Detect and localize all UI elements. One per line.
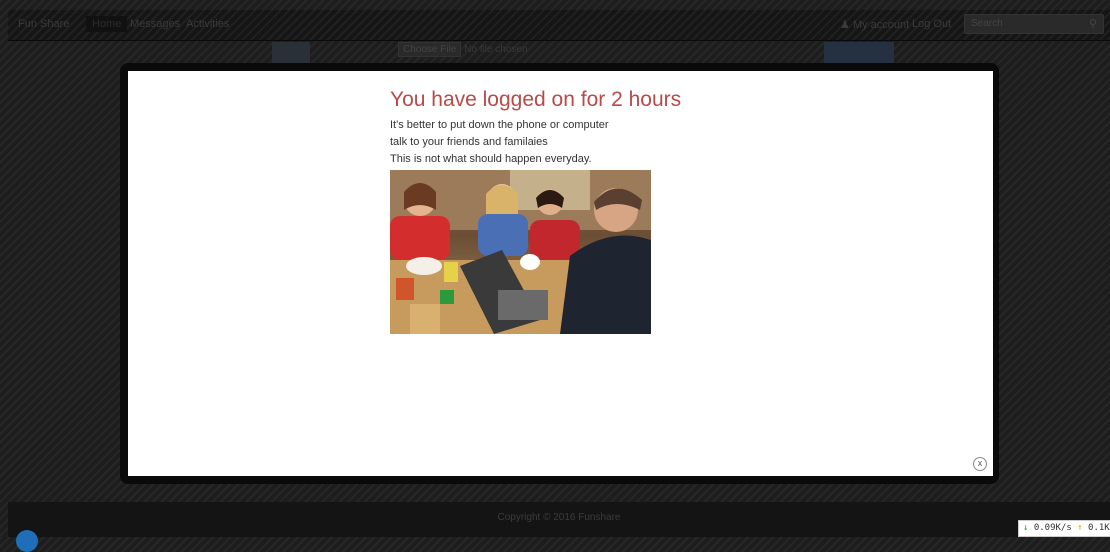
- modal-message-line-3: This is not what should happen everyday.: [390, 153, 592, 165]
- search-placeholder: Search: [971, 18, 1003, 29]
- choose-file-button[interactable]: Choose File: [398, 42, 462, 57]
- close-icon[interactable]: x: [973, 457, 987, 471]
- download-speed: 0.09K/s: [1033, 523, 1072, 533]
- my-account-label: My account: [852, 19, 910, 31]
- brand-logo[interactable]: Fun Share: [18, 18, 69, 30]
- modal-message-line-1: It's better to put down the phone or com…: [390, 119, 609, 131]
- no-file-text: No file chosen: [464, 44, 528, 55]
- family-photo: [390, 170, 651, 334]
- user-icon: ♟: [840, 19, 850, 31]
- modal-message-line-2: talk to your friends and familaies: [390, 136, 548, 148]
- network-speed-widget: ↓ 0.09K/s ↑ 0.1K/: [1018, 520, 1110, 537]
- footer-copyright: Copyright © 2016 Funshare: [497, 512, 621, 523]
- my-account-link[interactable]: ♟ My account: [840, 18, 909, 31]
- nav-home[interactable]: Home: [86, 16, 128, 32]
- background-avatar: [272, 42, 310, 64]
- nav-messages[interactable]: Messages: [130, 18, 180, 30]
- search-icon[interactable]: ⚲: [1089, 17, 1097, 30]
- search-input[interactable]: Search ⚲: [964, 14, 1104, 34]
- background-submit-button[interactable]: [824, 42, 894, 64]
- nav-activities[interactable]: Activities: [186, 18, 229, 30]
- upload-speed: 0.1K/: [1088, 523, 1110, 533]
- modal-content: You have logged on for 2 hours It's bett…: [390, 87, 681, 334]
- taskbar-orb-icon: [16, 530, 38, 552]
- top-navbar: Fun Share Home Messages Activities ♟ My …: [8, 10, 1110, 41]
- upload-arrow-icon: ↑: [1077, 523, 1083, 533]
- modal-title: You have logged on for 2 hours: [390, 88, 682, 111]
- logout-link[interactable]: Log Out: [912, 18, 951, 30]
- download-arrow-icon: ↓: [1023, 523, 1029, 533]
- file-upload-row: Choose File No file chosen: [398, 42, 528, 57]
- footer: Copyright © 2016 Funshare: [8, 502, 1110, 537]
- logon-reminder-modal: You have logged on for 2 hours It's bett…: [128, 71, 993, 476]
